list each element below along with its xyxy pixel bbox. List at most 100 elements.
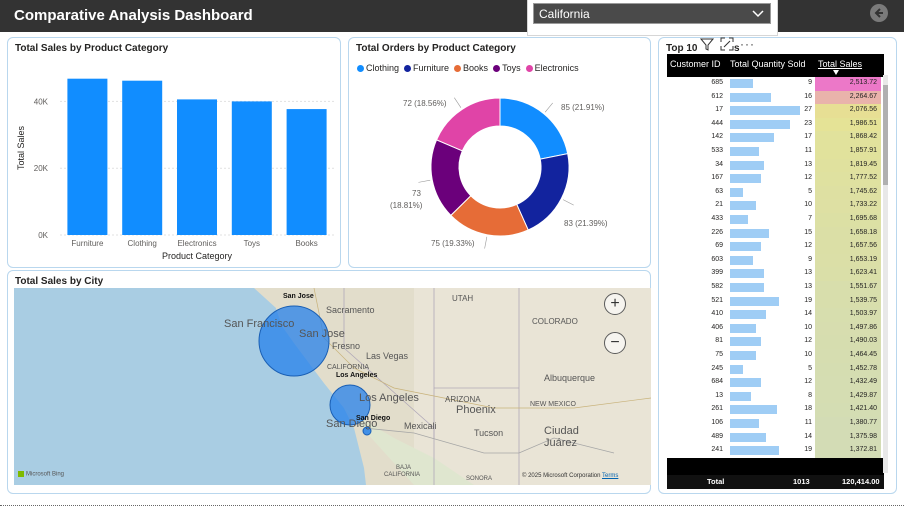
more-options-icon[interactable]: ··· (740, 37, 755, 51)
cell-customer-id: 13 (715, 391, 723, 399)
scrollbar-thumb[interactable] (883, 85, 888, 185)
table-row[interactable]: 489 14 1,375.98 (667, 430, 884, 445)
bar-books[interactable] (286, 109, 327, 235)
bing-label: Microsoft Bing (26, 471, 65, 478)
filter-icon[interactable] (700, 37, 714, 51)
table-total-row: Total 1013 120,414.00 (667, 475, 884, 489)
cell-total-sales: 2,076.56 (849, 106, 877, 114)
cell-customer-id: 75 (715, 351, 723, 358)
table-row[interactable]: 521 19 1,539.75 (667, 294, 884, 309)
cell-total-qty: 13 (804, 160, 812, 168)
cell-total-qty: 23 (804, 119, 812, 127)
table-title: Top 10 (666, 43, 697, 54)
table-row[interactable]: 226 15 1,658.18 (667, 226, 884, 241)
cell-customer-id: 226 (711, 228, 723, 236)
map-label: CALIFORNIA (327, 364, 370, 371)
cell-total-sales: 1,380.77 (849, 419, 877, 426)
state-dropdown[interactable]: California (533, 3, 771, 24)
table-scrollbar[interactable] (883, 75, 888, 473)
cell-total-qty: 14 (804, 432, 812, 440)
slice-leader-line (454, 97, 462, 108)
table-row[interactable]: 612 16 2,264.67 (667, 90, 884, 105)
cell-total-sales: 1,868.42 (849, 133, 877, 141)
city-label-los-angeles: Los Angeles (336, 372, 378, 379)
table-row[interactable]: 75 10 1,464.45 (667, 349, 884, 363)
table-row[interactable]: 13 8 1,429.87 (667, 389, 884, 404)
sales-by-category-card[interactable]: Total Sales by Product Category 0K 20K 40K… (7, 37, 341, 268)
table-row[interactable]: 241 19 1,372.81 (667, 444, 884, 458)
zoom-in-button[interactable]: + (604, 293, 626, 315)
table-row[interactable]: 406 10 1,497.86 (667, 321, 884, 336)
chevron-down-icon[interactable] (750, 5, 766, 21)
state-slicer[interactable]: California (527, 0, 778, 36)
x-tick-label: Furniture (71, 239, 104, 248)
city-label-san-jose: San Jose (283, 293, 314, 300)
table-row[interactable]: 142 17 1,868.42 (667, 131, 884, 145)
slice-furniture[interactable] (516, 153, 570, 231)
zoom-out-button[interactable]: − (604, 332, 626, 354)
cell-customer-id: 81 (715, 337, 723, 345)
cell-total-sales: 1,658.18 (849, 228, 877, 236)
table-row[interactable]: 399 13 1,623.41 (667, 267, 884, 281)
col-customer-id[interactable]: Customer ID (670, 59, 721, 69)
table-row[interactable]: 533 11 1,857.91 (667, 145, 884, 159)
cell-total-qty: 12 (804, 174, 812, 182)
table-row[interactable]: 444 23 1,986.51 (667, 117, 884, 132)
cell-total-qty: 5 (808, 364, 812, 372)
table-row[interactable]: 69 12 1,657.56 (667, 240, 884, 254)
slice-leader-line (418, 179, 431, 183)
back-arrow-icon[interactable] (870, 4, 888, 22)
terms-link[interactable]: Terms (602, 473, 618, 479)
map-label: Juárez (544, 437, 578, 449)
cell-total-sales: 1,986.51 (849, 119, 877, 127)
slice-clothing[interactable] (499, 97, 569, 160)
col-total-qty[interactable]: Total Quantity Sold (730, 59, 806, 69)
total-sales: 120,414.00 (842, 477, 880, 486)
cell-total-sales: 1,539.75 (849, 296, 877, 304)
sales-bar-chart: 0K 20K 40K Furniture Clothing Electronics Toys… (16, 78, 334, 261)
table-row[interactable]: 261 18 1,421.40 (667, 403, 884, 417)
sales-by-city-card[interactable]: Total Sales by City Sacramento UTAH COLO… (7, 270, 651, 494)
table-row[interactable]: 63 5 1,745.62 (667, 185, 884, 200)
map-label: NEW MEXICO (530, 401, 576, 408)
cell-customer-id: 69 (715, 242, 723, 250)
table-row[interactable]: 167 12 1,777.52 (667, 172, 884, 186)
table-row[interactable]: 684 12 1,432.49 (667, 376, 884, 390)
table-row[interactable]: 106 11 1,380.77 (667, 417, 884, 431)
bar-furniture[interactable] (67, 78, 108, 235)
bar-clothing[interactable] (122, 80, 163, 235)
map-label: Los Angeles (359, 392, 419, 404)
sort-desc-icon[interactable] (833, 70, 839, 75)
table-row[interactable]: 410 14 1,503.97 (667, 308, 884, 322)
slice-data-label: 85 (21.91%) (561, 103, 605, 112)
table-row[interactable]: 21 10 1,733.22 (667, 199, 884, 213)
map-label: Ciudad (544, 425, 579, 437)
table-row[interactable]: 433 7 1,695.68 (667, 213, 884, 227)
map-label: BAJA (396, 465, 412, 471)
city-label-san-diego: San Diego (356, 415, 391, 422)
sales-map[interactable]: Sacramento UTAH COLORADO San Francisco S… (14, 288, 651, 485)
cell-total-sales: 2,264.67 (849, 92, 877, 100)
focus-mode-icon[interactable] (720, 37, 734, 51)
map-label: Albuquerque (544, 373, 596, 383)
cell-total-qty: 10 (804, 201, 812, 209)
table-row[interactable]: 582 13 1,551.67 (667, 281, 884, 295)
table-row[interactable]: 245 5 1,452.78 (667, 362, 884, 377)
map-label: Phoenix (456, 404, 496, 416)
table-row[interactable]: 81 12 1,490.03 (667, 335, 884, 349)
slice-leader-line (484, 236, 488, 249)
bar-electronics[interactable] (177, 99, 217, 235)
cell-total-qty: 12 (804, 337, 812, 345)
orders-by-category-card[interactable]: Total Orders by Product Category Clothin… (348, 37, 651, 268)
cell-total-qty: 10 (804, 351, 812, 358)
table-row[interactable]: 17 27 2,076.56 (667, 104, 884, 118)
table-row[interactable]: 685 9 2,513.72 (667, 77, 884, 91)
col-total-sales[interactable]: Total Sales (818, 59, 862, 69)
bar-toys[interactable] (231, 101, 272, 236)
table-row[interactable]: 34 13 1,819.45 (667, 158, 884, 173)
top-customers-table[interactable]: Customer ID Total Quantity Sold Total Sa… (667, 54, 884, 489)
cell-total-qty: 12 (804, 242, 812, 250)
bubble-san-jose[interactable] (258, 305, 330, 377)
table-row[interactable]: 603 9 1,653.19 (667, 253, 884, 268)
cell-customer-id: 685 (711, 79, 723, 86)
